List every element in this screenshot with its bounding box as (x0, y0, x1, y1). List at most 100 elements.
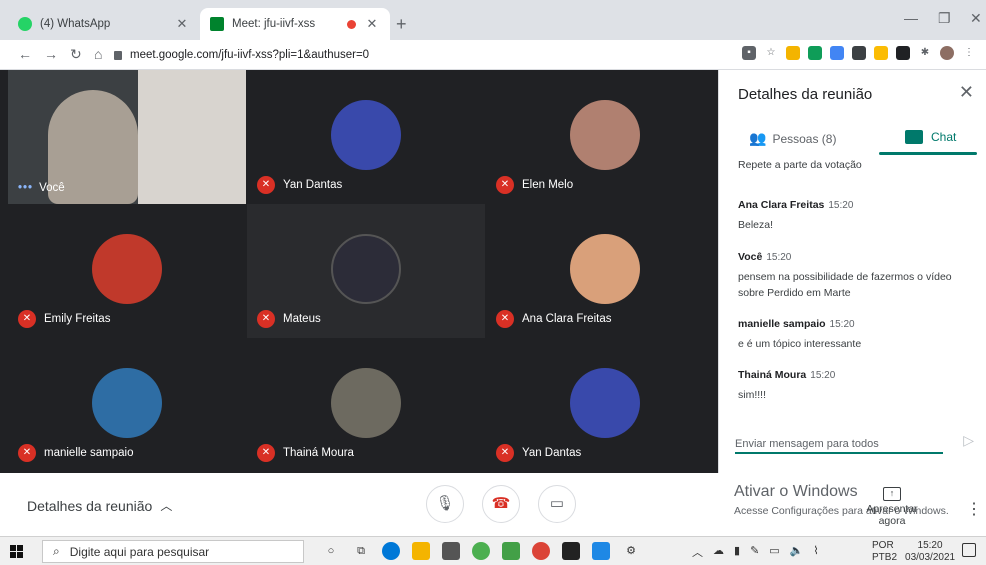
file-explorer-icon[interactable] (412, 542, 430, 560)
extension-icon[interactable] (896, 46, 910, 60)
usb-icon[interactable]: ▮ (734, 544, 740, 560)
participant-tile-self[interactable]: ••• Você (8, 70, 246, 204)
star-icon[interactable]: ☆ (764, 46, 778, 60)
participant-name-row: ✕ Ana Clara Freitas (496, 310, 611, 328)
participant-name-row: ••• Você (18, 182, 65, 194)
pen-icon[interactable]: ✎ (750, 544, 759, 560)
present-now-button[interactable]: ↑ Apresentar agora (852, 487, 932, 527)
home-button[interactable]: ⌂ (94, 46, 102, 62)
task-view-icon[interactable]: ⧉ (352, 542, 370, 560)
language-bottom: PTB2 (872, 552, 898, 563)
puzzle-icon[interactable]: ✱ (918, 46, 932, 60)
participant-grid: ••• Você ✕ Yan Dantas ✕ Elen Melo ✕ Emil… (0, 70, 724, 473)
photos-icon[interactable] (592, 542, 610, 560)
avatar (331, 100, 401, 170)
participant-tile[interactable]: ✕ manielle sampaio (8, 338, 246, 472)
meeting-details-panel: Detalhes da reunião ✕ 👥 Pessoas (8) Chat… (718, 70, 986, 473)
tab-people[interactable]: 👥 Pessoas (8) (749, 130, 836, 147)
close-icon[interactable]: ✕ (174, 16, 190, 32)
message-sender: Você (738, 251, 763, 263)
app-icon[interactable] (502, 542, 520, 560)
close-panel-button[interactable]: ✕ (959, 82, 974, 103)
mail-icon[interactable] (442, 542, 460, 560)
mic-off-icon: ✕ (496, 310, 514, 328)
meet-icon (210, 17, 224, 31)
cloud-icon[interactable]: ☁ (713, 544, 724, 560)
hang-up-button[interactable]: ☎ (482, 485, 520, 523)
url-text: meet.google.com/jfu-iivf-xss?pli=1&authu… (130, 49, 370, 61)
tab-meet[interactable]: Meet: jfu-iivf-xss ✕ (200, 8, 390, 40)
tab-chat-label: Chat (931, 130, 957, 144)
chrome-icon[interactable] (532, 542, 550, 560)
chat-message: Ana Clara Freitas 15:20 Beleza! (738, 199, 968, 233)
participant-name-row: ✕ Elen Melo (496, 176, 573, 194)
camera-button[interactable]: ▭ (538, 485, 576, 523)
new-tab-button[interactable]: + (396, 14, 407, 35)
mic-off-icon: ✕ (18, 310, 36, 328)
participant-tile[interactable]: ✕ Emily Freitas (8, 204, 246, 338)
close-icon[interactable]: ✕ (364, 16, 380, 32)
message-sender: manielle sampaio (738, 318, 826, 330)
tab-chat[interactable]: Chat (905, 130, 956, 144)
participant-name-row: ✕ manielle sampaio (18, 444, 134, 462)
app-icon[interactable] (472, 542, 490, 560)
windows-start-icon[interactable] (10, 545, 23, 558)
chat-messages[interactable]: Repete a parte da votação Ana Clara Frei… (719, 155, 986, 412)
extension-icon[interactable] (852, 46, 866, 60)
participant-name-row: ✕ Yan Dantas (496, 444, 581, 462)
more-options-icon[interactable]: ••• (18, 182, 33, 194)
participant-name: Yan Dantas (283, 179, 343, 191)
panel-title: Detalhes da reunião (738, 86, 873, 103)
restore-button[interactable]: ❐ (938, 10, 951, 27)
address-bar[interactable]: meet.google.com/jfu-iivf-xss?pli=1&authu… (114, 45, 704, 65)
forward-button[interactable]: → (44, 46, 58, 62)
participant-name-row: ✕ Mateus (257, 310, 321, 328)
tab-people-label: Pessoas (8) (772, 131, 837, 146)
participant-name-row: ✕ Yan Dantas (257, 176, 342, 194)
settings-icon[interactable]: ⚙ (622, 542, 640, 560)
chevron-up-icon[interactable]: ︿ (692, 544, 703, 560)
window-close-button[interactable]: ✕ (970, 10, 982, 27)
battery-icon[interactable]: ▭ (769, 544, 779, 560)
meeting-controls-bar: Detalhes da reunião ︿ 🎙 ☎ ▭ Ativar o Win… (0, 473, 986, 536)
edge-icon[interactable] (382, 542, 400, 560)
participant-tile[interactable]: ✕ Yan Dantas (247, 70, 485, 204)
video-editor-icon[interactable] (562, 542, 580, 560)
participant-tile[interactable]: ✕ Mateus (247, 204, 485, 338)
avatar[interactable] (940, 46, 954, 60)
volume-icon[interactable]: 🔈 (790, 544, 804, 560)
back-button[interactable]: ← (18, 46, 32, 62)
participant-tile[interactable]: ✕ Thainá Moura (247, 338, 485, 472)
more-options-icon[interactable]: ⋮ (966, 499, 982, 519)
extensions-row: ▪ ☆ ✱ ⋮ (742, 46, 986, 60)
network-icon[interactable]: ⌇ (813, 544, 818, 560)
taskbar-apps: ○ ⧉ ⚙ (322, 542, 640, 560)
browser-tab-strip: (4) WhatsApp ✕ Meet: jfu-iivf-xss ✕ + — … (0, 0, 986, 40)
tab-whatsapp[interactable]: (4) WhatsApp ✕ (8, 8, 200, 40)
participant-tile[interactable]: ✕ Yan Dantas (486, 338, 724, 472)
avatar (92, 368, 162, 438)
microphone-button[interactable]: 🎙 (426, 485, 464, 523)
participant-tile[interactable]: ✕ Ana Clara Freitas (486, 204, 724, 338)
taskbar-search-input[interactable]: ⌕ Digite aqui para pesquisar (42, 540, 304, 563)
minimize-button[interactable]: — (904, 10, 918, 26)
menu-icon[interactable]: ⋮ (962, 46, 976, 60)
participant-tile[interactable]: ✕ Elen Melo (486, 70, 724, 204)
send-icon[interactable]: ▷ (963, 432, 974, 449)
chat-input[interactable]: Enviar mensagem para todos (735, 432, 943, 454)
camera-icon[interactable]: ▪ (742, 46, 756, 60)
message-text: e é um tópico interessante (738, 338, 862, 350)
avatar (331, 368, 401, 438)
taskbar-clock[interactable]: POR PTB2 15:20 03/03/2021 (872, 540, 955, 564)
extension-icon[interactable] (874, 46, 888, 60)
chat-message: Repete a parte da votação (738, 155, 968, 173)
extension-icon[interactable] (786, 46, 800, 60)
mic-off-icon: ✕ (257, 444, 275, 462)
cortana-icon[interactable]: ○ (322, 542, 340, 560)
meeting-details-button[interactable]: Detalhes da reunião ︿ (27, 497, 172, 514)
extension-icon[interactable] (830, 46, 844, 60)
notifications-icon[interactable] (962, 543, 976, 557)
message-text: Repete a parte da votação (738, 159, 862, 171)
reload-button[interactable]: ↻ (70, 46, 82, 63)
extension-icon[interactable] (808, 46, 822, 60)
